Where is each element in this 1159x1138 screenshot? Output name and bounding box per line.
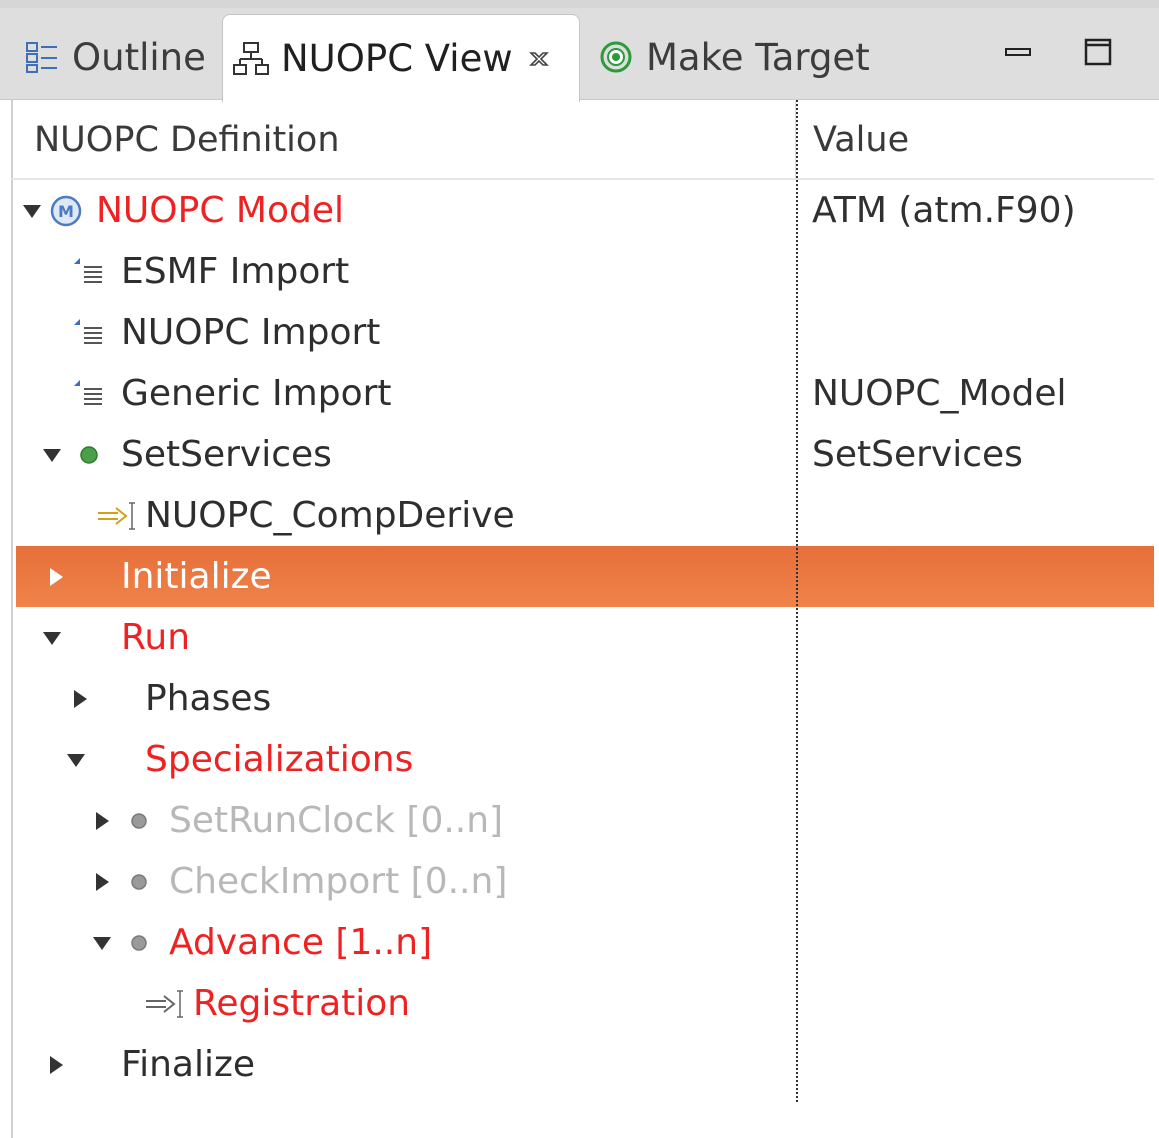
tree-row-phases[interactable]: Phases (16, 668, 1154, 729)
import-icon (72, 302, 106, 363)
minimize-button[interactable] (998, 34, 1038, 74)
column-header-definition-label: NUOPC Definition (34, 120, 340, 160)
maximize-button[interactable] (1078, 34, 1118, 74)
tree-label: Advance [1..n] (169, 922, 433, 963)
import-icon (72, 241, 106, 302)
call-arrow-icon (144, 973, 188, 1034)
column-header-value-label: Value (813, 120, 910, 160)
tree-value: NUOPC_Model (812, 373, 1067, 414)
tree-value: ATM (atm.F90) (812, 190, 1076, 231)
tree-label: Finalize (121, 1044, 256, 1085)
tree-row-finalize[interactable]: Finalize (16, 1034, 1154, 1095)
nuopc-view-panel: Outline NUOPC View Make Target NUOPC Def… (0, 0, 1159, 1138)
expand-down-icon[interactable] (62, 729, 90, 790)
expand-right-icon[interactable] (66, 668, 94, 729)
expand-down-icon[interactable] (18, 180, 46, 241)
tree-row-advance[interactable]: Advance [1..n] (16, 912, 1154, 973)
tree-label: NUOPC_CompDerive (145, 495, 515, 536)
tree-row-initialize[interactable]: Initialize (16, 546, 1154, 607)
tab-nuopc-view-label: NUOPC View (281, 37, 513, 80)
tree-row-generic-import[interactable]: Generic Import NUOPC_Model (16, 363, 1154, 424)
tree-row-run[interactable]: Run (16, 607, 1154, 668)
hierarchy-icon (231, 39, 271, 79)
tree-row-nuopc-import[interactable]: NUOPC Import (16, 302, 1154, 363)
tree-label: CheckImport [0..n] (169, 861, 508, 902)
import-icon (72, 363, 106, 424)
tree-label: Generic Import (121, 373, 392, 414)
expand-down-icon[interactable] (38, 607, 66, 668)
svg-text:M: M (58, 202, 74, 221)
tab-make-target-label: Make Target (646, 35, 870, 79)
specialization-dot-icon (128, 912, 150, 973)
column-header-value[interactable]: Value (797, 101, 1159, 179)
maximize-icon (1084, 38, 1112, 70)
tree-label: Specializations (145, 739, 414, 780)
tree-row-esmf-import[interactable]: ESMF Import (16, 241, 1154, 302)
tree-row-setservices[interactable]: SetServices SetServices (16, 424, 1154, 485)
expand-right-icon[interactable] (42, 546, 70, 607)
tree-label: SetServices (121, 434, 332, 475)
tree-value: SetServices (812, 434, 1023, 475)
tab-bar: Outline NUOPC View Make Target (0, 0, 1159, 102)
tree-row-nuopc-model[interactable]: M NUOPC Model ATM (atm.F90) (16, 180, 1154, 241)
minimize-icon (1004, 42, 1032, 66)
expand-right-icon[interactable] (88, 790, 116, 851)
tree-label: ESMF Import (121, 251, 350, 292)
tree-label: Run (121, 617, 191, 658)
tree-label: Phases (145, 678, 272, 719)
tab-make-target[interactable]: Make Target (590, 14, 930, 100)
expand-down-icon[interactable] (38, 424, 66, 485)
tree-label: NUOPC Model (96, 190, 344, 231)
tree-row-checkimport[interactable]: CheckImport [0..n] (16, 851, 1154, 912)
expand-down-icon[interactable] (88, 912, 116, 973)
expand-right-icon[interactable] (88, 851, 116, 912)
target-icon (596, 37, 636, 77)
tree-row-setrunclock[interactable]: SetRunClock [0..n] (16, 790, 1154, 851)
specialization-dot-icon (128, 790, 150, 851)
expand-right-icon[interactable] (42, 1034, 70, 1095)
tree-row-compderive[interactable]: NUOPC_CompDerive (16, 485, 1154, 546)
tree-label: NUOPC Import (121, 312, 381, 353)
tab-nuopc-view[interactable]: NUOPC View (222, 14, 580, 102)
tree-row-specializations[interactable]: Specializations (16, 729, 1154, 790)
column-header-definition[interactable]: NUOPC Definition (12, 101, 796, 179)
method-dot-icon (78, 424, 100, 485)
tree-label: SetRunClock [0..n] (169, 800, 504, 841)
panel-border (11, 100, 13, 1138)
tree-row-registration[interactable]: Registration (16, 973, 1154, 1034)
close-icon[interactable] (527, 47, 551, 71)
tab-bar-border (0, 0, 1159, 8)
tree-label: Registration (193, 983, 411, 1024)
call-arrow-icon (96, 485, 140, 546)
tab-outline-label: Outline (72, 35, 206, 79)
outline-icon (22, 37, 62, 77)
tab-outline[interactable]: Outline (12, 14, 220, 100)
specialization-dot-icon (128, 851, 150, 912)
model-icon: M (50, 180, 82, 241)
tree-label: Initialize (121, 556, 272, 597)
column-separator (796, 100, 798, 1102)
